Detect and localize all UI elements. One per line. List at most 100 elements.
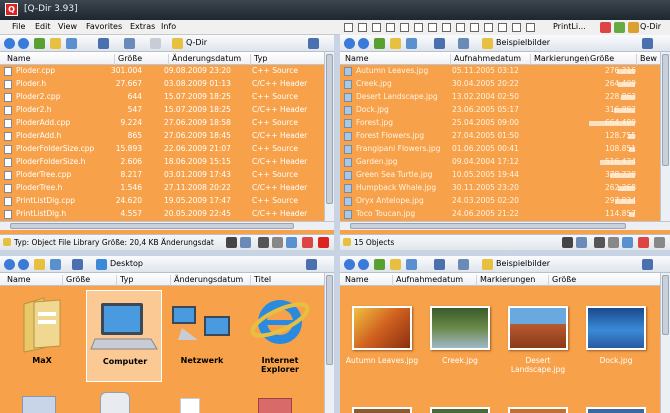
back-icon[interactable] — [4, 38, 15, 49]
desktop-item-network[interactable]: Netzwerk — [164, 290, 240, 382]
forward-icon[interactable] — [18, 259, 29, 270]
up-icon[interactable] — [374, 38, 385, 49]
table-row[interactable]: Oryx Antelope.jpg 24.03.2005 02:20 297.834 — [340, 195, 660, 207]
view-mode-icon[interactable] — [434, 38, 445, 49]
col-tags[interactable]: Markierungen — [530, 54, 589, 65]
refresh-icon[interactable] — [240, 237, 251, 248]
desktop-item-max[interactable]: MaX — [4, 290, 80, 382]
layout-icon[interactable] — [456, 23, 465, 32]
new-folder-icon[interactable] — [390, 38, 401, 49]
view-mode-icon[interactable] — [72, 259, 83, 270]
forward-icon[interactable] — [358, 38, 369, 49]
layout-icon[interactable] — [526, 23, 535, 32]
menu-favorites[interactable]: Favorites — [86, 22, 122, 31]
menu-edit[interactable]: Edit — [35, 22, 51, 31]
star-icon[interactable] — [628, 22, 639, 33]
layout-icon[interactable] — [358, 23, 367, 32]
table-row[interactable]: Ploder2.cpp 644 15.07.2009 18:25 C++ Source — [0, 91, 324, 103]
thumbnail-item[interactable]: Autumn Leaves.jpg — [344, 302, 420, 402]
view-icon[interactable] — [66, 38, 77, 49]
vertical-scrollbar[interactable] — [324, 273, 334, 413]
up-icon[interactable] — [34, 38, 45, 49]
photo-thumbnail[interactable] — [508, 407, 568, 413]
add-tab-icon[interactable] — [614, 22, 625, 33]
paste-icon[interactable] — [622, 237, 633, 248]
table-row[interactable]: Toco Toucan.jpg 24.06.2005 21:22 114.857 — [340, 208, 660, 220]
drive-icon[interactable] — [124, 38, 135, 49]
view-icon[interactable] — [50, 259, 61, 270]
drive-icon[interactable] — [458, 38, 469, 49]
back-icon[interactable] — [344, 38, 355, 49]
new-folder-icon[interactable] — [34, 259, 45, 270]
layout-icon[interactable] — [428, 23, 437, 32]
table-row[interactable]: Humpback Whale.jpg 30.11.2005 23:20 262.26… — [340, 182, 660, 194]
pane-menu-icon[interactable] — [306, 259, 317, 270]
table-row[interactable]: Forest.jpg 25.04.2005 09:00 664.489 — [340, 117, 660, 129]
menu-file[interactable]: File — [12, 22, 25, 31]
path-label[interactable]: Q-Dir — [186, 38, 207, 47]
pane-menu-icon[interactable] — [308, 38, 319, 49]
scroll-thumb[interactable] — [350, 223, 626, 229]
up-icon[interactable] — [374, 259, 385, 270]
table-row[interactable]: Green Sea Turtle.jpg 10.05.2005 19:44 378.… — [340, 169, 660, 181]
table-row[interactable]: PloderFolderSize.cpp 15.893 22.06.2009 21:… — [0, 143, 324, 155]
col-name[interactable]: Name — [342, 275, 392, 286]
delete-icon[interactable] — [638, 237, 649, 248]
col-size[interactable]: Größe — [62, 275, 116, 286]
photo-thumbnail[interactable] — [586, 407, 646, 413]
menu-view[interactable]: View — [58, 22, 77, 31]
cut-icon[interactable] — [258, 237, 269, 248]
drive-icon[interactable] — [458, 259, 469, 270]
layout-icon[interactable] — [372, 23, 381, 32]
app-icon[interactable]: Q — [5, 3, 18, 16]
col-tags[interactable]: Markierungen — [476, 275, 548, 286]
cut-icon[interactable] — [594, 237, 605, 248]
scroll-thumb[interactable] — [10, 223, 294, 229]
menu-info[interactable]: Info — [161, 22, 176, 31]
scroll-thumb[interactable] — [662, 54, 669, 166]
layout-icon[interactable] — [512, 23, 521, 32]
path-label[interactable]: Beispielbilder — [496, 38, 550, 47]
layout-icon[interactable] — [484, 23, 493, 32]
col-size[interactable]: Größe — [114, 54, 168, 65]
col-name[interactable]: Name — [4, 275, 62, 286]
vertical-scrollbar[interactable] — [660, 52, 670, 221]
table-row[interactable]: Ploder.h 27.667 03.08.2009 01:13 C/C++ Head… — [0, 78, 324, 90]
photo-thumbnail[interactable] — [352, 407, 412, 413]
scroll-thumb[interactable] — [662, 275, 669, 335]
forward-icon[interactable] — [18, 38, 29, 49]
scroll-thumb[interactable] — [326, 275, 333, 365]
filter-icon[interactable] — [562, 237, 573, 248]
view-icon[interactable] — [406, 259, 417, 270]
table-row[interactable]: Creek.jpg 30.04.2005 20:22 264.409 — [340, 78, 660, 90]
col-rating[interactable]: Bew — [636, 54, 660, 65]
table-row[interactable]: Ploder.cpp 301.004 09.08.2009 23:20 C++ Sou… — [0, 65, 324, 77]
col-type[interactable]: Typ — [116, 275, 170, 286]
desktop-item-computer[interactable]: Computer — [86, 290, 162, 382]
table-row[interactable]: PloderTree.cpp 8.217 03.01.2009 17:43 C++ S… — [0, 169, 324, 181]
delete-icon[interactable] — [302, 237, 313, 248]
copy-icon[interactable] — [608, 237, 619, 248]
path-label[interactable]: Beispielbilder — [496, 259, 550, 268]
col-size[interactable]: Größe — [548, 275, 618, 286]
layout-icon[interactable] — [400, 23, 409, 32]
table-row[interactable]: PloderAdd.h 865 27.06.2009 18:45 C/C++ Head… — [0, 130, 324, 142]
new-folder-icon[interactable] — [50, 38, 61, 49]
copy-icon[interactable] — [272, 237, 283, 248]
desktop-item-partial[interactable] — [22, 396, 56, 413]
layout-icon[interactable] — [442, 23, 451, 32]
recycle-bin-icon[interactable] — [100, 392, 130, 413]
photo-thumbnail[interactable] — [430, 407, 490, 413]
layout-icon[interactable] — [344, 23, 353, 32]
col-name[interactable]: Name — [4, 54, 114, 65]
table-row[interactable]: PrintListDlg.h 4.557 20.05.2009 22:45 C/C++… — [0, 208, 324, 220]
col-date-taken[interactable]: Aufnahmedatum — [392, 275, 476, 286]
table-row[interactable]: PloderTree.h 1.546 27.11.2008 20:22 C/C++ H… — [0, 182, 324, 194]
layout-icon[interactable] — [414, 23, 423, 32]
close-pane-icon[interactable] — [654, 237, 665, 248]
new-folder-icon[interactable] — [390, 259, 401, 270]
desktop-item-partial[interactable] — [258, 398, 292, 413]
path-label[interactable]: Desktop — [110, 259, 143, 268]
close-pane-icon[interactable] — [318, 237, 329, 248]
col-size[interactable]: Größe — [586, 54, 636, 65]
